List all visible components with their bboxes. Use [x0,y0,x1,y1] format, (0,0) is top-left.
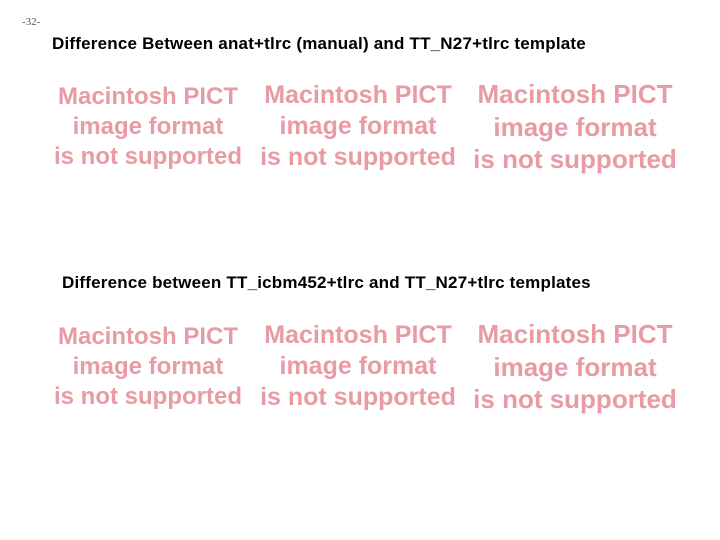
pict-line-1: Macintosh PICT [264,320,452,351]
heading-1-prefix: Difference Between [52,34,218,53]
pict-line-3: is not supported [260,142,456,173]
heading-1-mid: (manual) and [291,34,409,53]
heading-2-var2: TT_N27+tlrc [405,273,505,292]
pict-line-1: Macintosh PICT [477,78,672,111]
pict-line-2: image format [280,111,437,142]
pict-line-2: image format [280,351,437,382]
heading-1-suffix: template [509,34,585,53]
pict-line-1: Macintosh PICT [264,80,452,111]
heading-2-suffix: templates [505,273,591,292]
pict-line-2: image format [493,111,656,144]
pict-line-3: is not supported [54,382,242,412]
heading-1-var2: TT_N27+tlrc [409,34,509,53]
heading-difference-2: Difference between TT_icbm452+tlrc and T… [62,273,591,293]
pict-line-3: is not supported [473,383,677,416]
heading-1-var1: anat+tlrc [218,34,291,53]
pict-line-2: image format [493,351,656,384]
pict-line-1: Macintosh PICT [477,318,672,351]
heading-difference-1: Difference Between anat+tlrc (manual) an… [52,34,586,54]
pict-line-3: is not supported [473,143,677,176]
pict-line-2: image format [73,112,224,142]
heading-2-mid: and [364,273,405,292]
pict-line-3: is not supported [54,142,242,172]
pict-line-3: is not supported [260,382,456,413]
pict-placeholder-image: Macintosh PICT image format is not suppo… [48,78,248,176]
pict-placeholder-image: Macintosh PICT image format is not suppo… [48,318,248,416]
pict-placeholder-image: Macintosh PICT image format is not suppo… [468,318,682,416]
pict-placeholder-row-1: Macintosh PICT image format is not suppo… [48,78,682,176]
page-number: -32- [22,16,40,28]
pict-placeholder-image: Macintosh PICT image format is not suppo… [254,78,462,176]
pict-placeholder-image: Macintosh PICT image format is not suppo… [254,318,462,416]
heading-2-prefix: Difference between [62,273,226,292]
pict-line-2: image format [73,352,224,382]
pict-line-1: Macintosh PICT [58,322,238,352]
pict-line-1: Macintosh PICT [58,82,238,112]
heading-2-var1: TT_icbm452+tlrc [226,273,364,292]
pict-placeholder-image: Macintosh PICT image format is not suppo… [468,78,682,176]
pict-placeholder-row-2: Macintosh PICT image format is not suppo… [48,318,682,416]
